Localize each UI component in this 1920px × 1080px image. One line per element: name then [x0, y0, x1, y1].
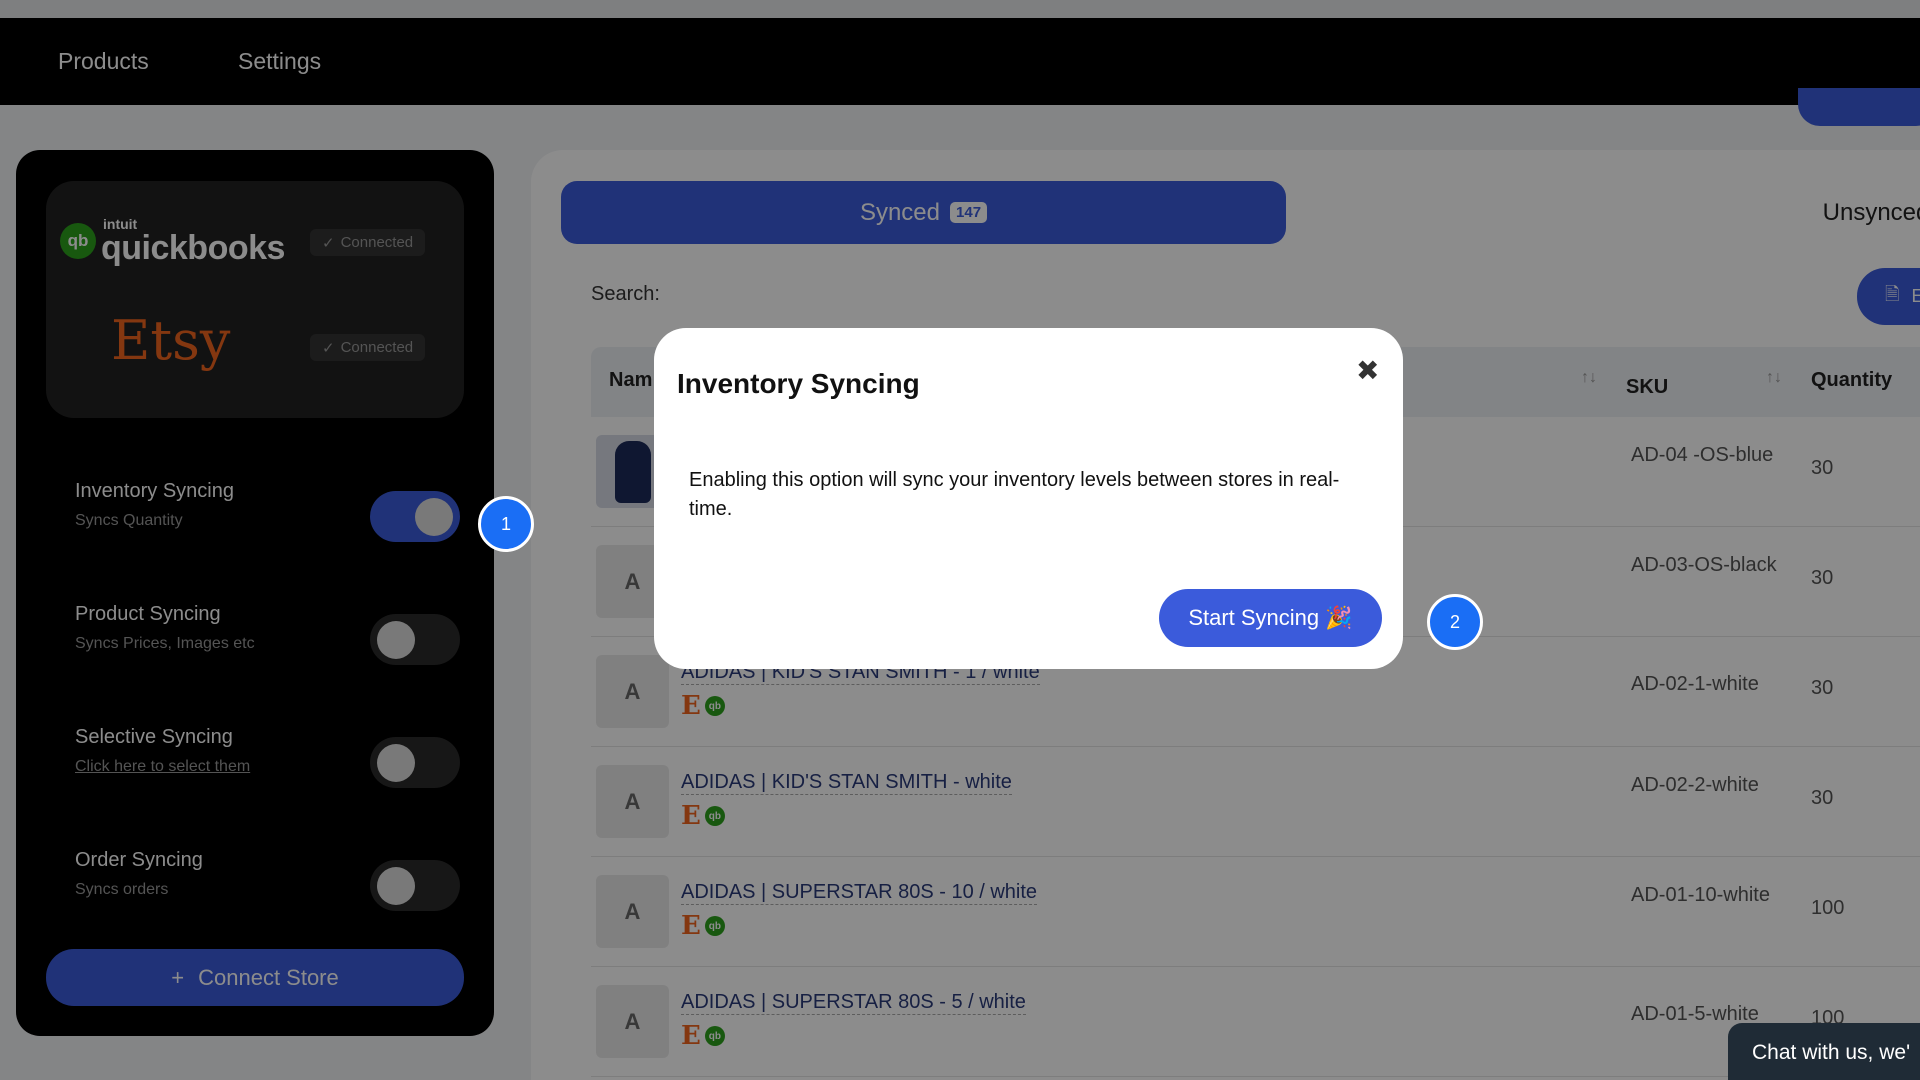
step-marker-2: 2	[1427, 594, 1483, 650]
start-syncing-button[interactable]: Start Syncing 🎉	[1159, 589, 1382, 647]
modal-body: Enabling this option will sync your inve…	[689, 469, 1340, 520]
step-marker-1: 1	[478, 496, 534, 552]
chat-widget[interactable]: Chat with us, we'	[1728, 1023, 1920, 1080]
inventory-syncing-modal: Inventory Syncing ✖ Enabling this option…	[654, 328, 1403, 669]
modal-title: Inventory Syncing	[677, 368, 920, 399]
close-icon[interactable]: ✖	[1356, 354, 1379, 387]
